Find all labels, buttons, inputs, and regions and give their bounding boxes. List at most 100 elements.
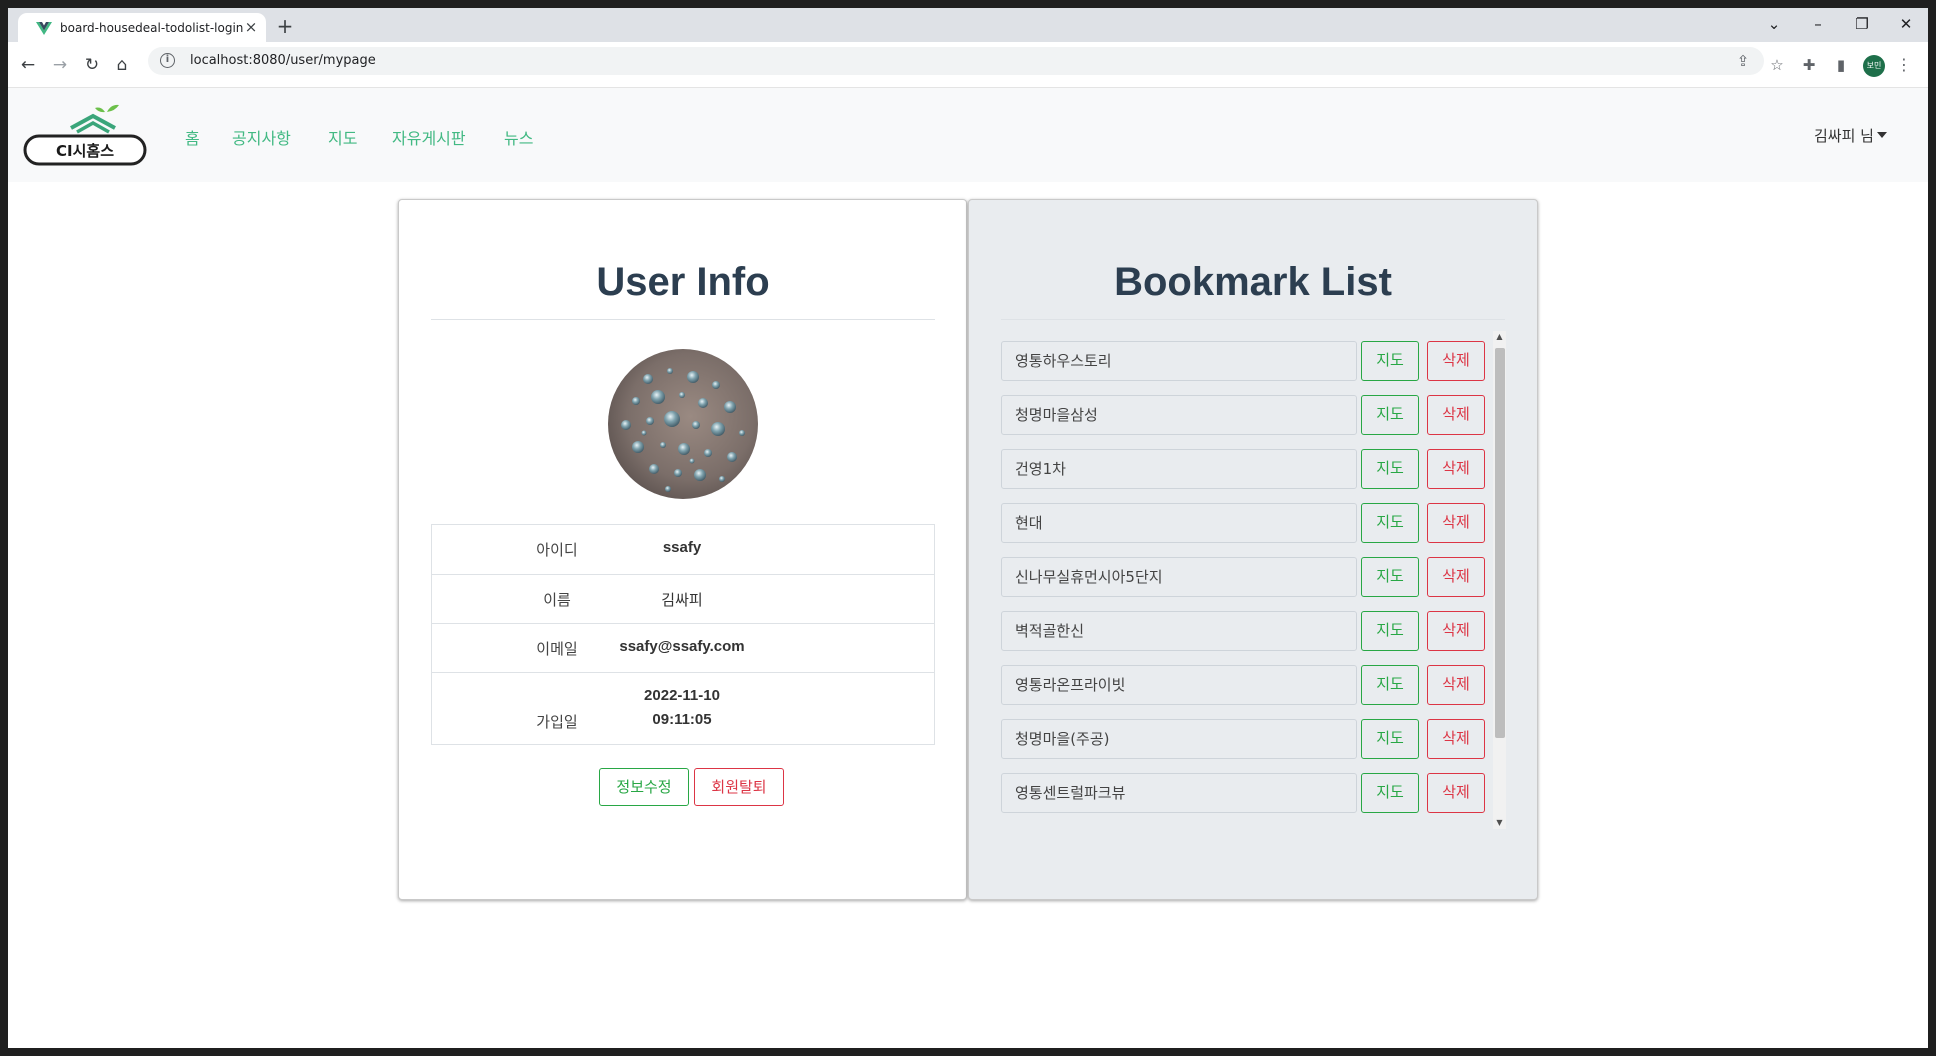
back-icon[interactable]: ← [16,54,40,76]
scroll-down-icon[interactable]: ▼ [1493,817,1506,829]
id-value: ssafy [662,539,702,556]
forward-icon[interactable]: → [48,54,72,76]
site-logo[interactable]: CI시홈스 [23,102,147,166]
joined-label: 가입일 [536,713,578,731]
user-info-title: User Info [596,260,770,304]
list-item: 영통센트럴파크뷰 지도 삭제 [1001,773,1491,813]
close-window-button[interactable]: ✕ [1892,12,1920,36]
restore-button[interactable]: ❐ [1848,12,1876,36]
minimize-button[interactable]: – [1804,12,1832,36]
tab-search-chevron-icon[interactable]: ⌄ [1760,12,1788,36]
map-button[interactable]: 지도 [1361,665,1419,705]
page-content: CI시홈스 홈 공지사항 지도 자유게시판 뉴스 김싸피 님 User Info [8,88,1928,1048]
new-tab-button[interactable]: + [274,15,296,37]
address-bar[interactable]: i localhost:8080/user/mypage ⇪ [148,47,1764,75]
info-row-id: 아이디 ssafy [432,525,934,574]
withdraw-button[interactable]: 회원탈퇴 [694,768,784,806]
caret-down-icon [1876,132,1887,138]
vue-favicon-icon [36,22,52,35]
title-divider [431,319,935,320]
delete-button[interactable]: 삭제 [1427,611,1485,651]
user-info-table: 아이디 ssafy 이름 김싸피 이메일 ssafy@ssafy.com 가입일… [431,524,935,745]
delete-button[interactable]: 삭제 [1427,449,1485,489]
name-value: 김싸피 [661,591,703,609]
bookmark-name: 벽적골한신 [1001,611,1357,651]
browser-menu-icon[interactable]: ⋮ [1896,54,1912,76]
logo-text: CI시홈스 [56,142,114,160]
list-item: 벽적골한신 지도 삭제 [1001,611,1491,651]
name-label: 이름 [543,591,571,609]
map-button[interactable]: 지도 [1361,557,1419,597]
user-name-label: 김싸피 님 [1814,127,1874,145]
browser-tab[interactable]: board-housedeal-todolist-login × [18,13,266,42]
delete-button[interactable]: 삭제 [1427,773,1485,813]
nav-link-notice[interactable]: 공지사항 [232,125,291,149]
list-item: 건영1차 지도 삭제 [1001,449,1491,489]
profile-avatar[interactable]: 보민 [1863,55,1885,77]
bookmark-name: 건영1차 [1001,449,1357,489]
user-info-card: User Info 아이디 ssafy 이름 김싸피 이메일 ssafy@ssa… [398,199,967,900]
scroll-up-icon[interactable]: ▲ [1493,331,1506,343]
list-item: 현대 지도 삭제 [1001,503,1491,543]
site-info-icon[interactable]: i [160,53,175,68]
tab-strip: board-housedeal-todolist-login × + ⌄ – ❐… [8,8,1928,42]
email-value: ssafy@ssafy.com [619,638,745,655]
map-button[interactable]: 지도 [1361,341,1419,381]
delete-button[interactable]: 삭제 [1427,665,1485,705]
list-item: 영통라온프라이빗 지도 삭제 [1001,665,1491,705]
joined-time-value: 09:11:05 [652,711,712,728]
title-divider [1001,319,1505,320]
scroll-thumb[interactable] [1495,348,1505,738]
map-button[interactable]: 지도 [1361,395,1419,435]
map-button[interactable]: 지도 [1361,449,1419,489]
delete-button[interactable]: 삭제 [1427,503,1485,543]
user-dropdown[interactable]: 김싸피 님 [1814,125,1887,146]
reload-icon[interactable]: ↻ [80,54,104,76]
site-navbar: CI시홈스 홈 공지사항 지도 자유게시판 뉴스 김싸피 님 [8,88,1928,182]
bookmark-name: 청명마을(주공) [1001,719,1357,759]
side-panel-icon[interactable]: ▮ [1830,54,1852,76]
delete-button[interactable]: 삭제 [1427,341,1485,381]
list-item: 청명마을(주공) 지도 삭제 [1001,719,1491,759]
bookmark-list[interactable]: 영통하우스토리 지도 삭제 청명마을삼성 지도 삭제 건영1차 지도 삭제 현대… [1001,331,1505,829]
bookmark-name: 영통하우스토리 [1001,341,1357,381]
nav-link-board[interactable]: 자유게시판 [392,125,466,149]
map-button[interactable]: 지도 [1361,719,1419,759]
nav-link-map[interactable]: 지도 [328,125,357,149]
share-icon[interactable]: ⇪ [1734,52,1752,70]
bookmark-star-icon[interactable]: ☆ [1766,54,1788,76]
list-item: 영통하우스토리 지도 삭제 [1001,341,1491,381]
bookmark-scrollbar[interactable]: ▲ ▼ [1493,331,1506,829]
delete-button[interactable]: 삭제 [1427,557,1485,597]
map-button[interactable]: 지도 [1361,503,1419,543]
browser-toolbar: ← → ↻ ⌂ i localhost:8080/user/mypage ⇪ ☆… [8,42,1928,88]
info-row-email: 이메일 ssafy@ssafy.com [432,623,934,672]
browser-window: board-housedeal-todolist-login × + ⌄ – ❐… [8,8,1928,1048]
joined-date-value: 2022-11-10 [644,687,720,704]
nav-link-news[interactable]: 뉴스 [504,125,533,149]
tab-title: board-housedeal-todolist-login [60,21,244,35]
bookmark-list-card: Bookmark List 영통하우스토리 지도 삭제 청명마을삼성 지도 삭제… [968,199,1538,900]
info-row-name: 이름 김싸피 [432,574,934,623]
list-item: 청명마을삼성 지도 삭제 [1001,395,1491,435]
logo-image: CI시홈스 [23,104,147,166]
url-text[interactable]: localhost:8080/user/mypage [190,53,376,68]
map-button[interactable]: 지도 [1361,611,1419,651]
bookmark-name: 청명마을삼성 [1001,395,1357,435]
bookmark-name: 신나무실휴먼시아5단지 [1001,557,1357,597]
extensions-icon[interactable]: ✚ [1798,54,1820,76]
edit-info-button[interactable]: 정보수정 [599,768,689,806]
bookmark-name: 현대 [1001,503,1357,543]
delete-button[interactable]: 삭제 [1427,395,1485,435]
map-button[interactable]: 지도 [1361,773,1419,813]
bookmark-list-title: Bookmark List [1114,260,1392,304]
id-label: 아이디 [536,541,578,559]
profile-photo [608,349,758,499]
home-icon[interactable]: ⌂ [110,54,134,76]
nav-link-home[interactable]: 홈 [185,125,200,149]
delete-button[interactable]: 삭제 [1427,719,1485,759]
bookmark-name: 영통라온프라이빗 [1001,665,1357,705]
bookmark-name: 영통센트럴파크뷰 [1001,773,1357,813]
list-item: 신나무실휴먼시아5단지 지도 삭제 [1001,557,1491,597]
tab-close-icon[interactable]: × [242,18,260,36]
